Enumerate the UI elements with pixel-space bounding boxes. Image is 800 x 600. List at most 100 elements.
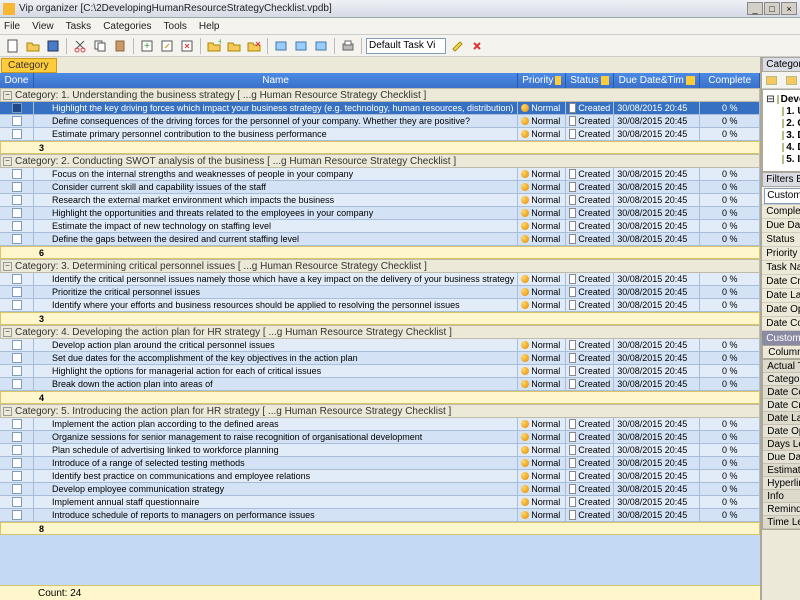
maximize-button[interactable]: □ xyxy=(764,2,780,15)
print-icon[interactable] xyxy=(339,37,357,55)
collapse-icon[interactable]: − xyxy=(3,328,12,337)
new-folder-icon[interactable] xyxy=(762,71,780,89)
done-checkbox[interactable] xyxy=(12,340,22,350)
category-row[interactable]: −Category: 3. Determining critical perso… xyxy=(0,259,760,273)
done-checkbox[interactable] xyxy=(12,287,22,297)
category-row[interactable]: −Category: 5. Introducing the action pla… xyxy=(0,404,760,418)
column-item[interactable]: Date Created xyxy=(763,399,800,412)
column-item[interactable]: Info xyxy=(763,490,800,503)
delete-category-icon[interactable] xyxy=(245,37,263,55)
task-row[interactable]: Introduce schedule of reports to manager… xyxy=(0,509,760,522)
col-complete[interactable]: Complete xyxy=(700,73,760,88)
done-checkbox[interactable] xyxy=(12,510,22,520)
edit-view-icon[interactable] xyxy=(448,37,466,55)
collapse-icon[interactable]: − xyxy=(3,262,12,271)
task-row[interactable]: Organize sessions for senior management … xyxy=(0,431,760,444)
open-icon[interactable] xyxy=(24,37,42,55)
menu-view[interactable]: View xyxy=(32,21,54,32)
chevron-down-icon[interactable] xyxy=(686,76,695,85)
menu-categories[interactable]: Categories xyxy=(103,21,151,32)
view-combo[interactable]: Default Task Vi xyxy=(366,38,446,54)
new-file-icon[interactable] xyxy=(4,37,22,55)
customization-header[interactable]: Customization× xyxy=(762,331,800,345)
col-priority[interactable]: Priority xyxy=(518,73,566,88)
column-item[interactable]: Days Left xyxy=(763,438,800,451)
task-row[interactable]: Implement annual staff questionnaireNorm… xyxy=(0,496,760,509)
task-row[interactable]: Define the gaps between the desired and … xyxy=(0,233,760,246)
task-row[interactable]: Consider current skill and capability is… xyxy=(0,181,760,194)
task-row[interactable]: Research the external market environment… xyxy=(0,194,760,207)
tool-icon-1[interactable] xyxy=(272,37,290,55)
col-done[interactable]: Done xyxy=(0,73,34,88)
edit-category-icon[interactable] xyxy=(225,37,243,55)
done-checkbox[interactable] xyxy=(12,497,22,507)
done-checkbox[interactable] xyxy=(12,445,22,455)
filter-combo[interactable]: Custom xyxy=(764,188,800,204)
tool-icon-3[interactable] xyxy=(312,37,330,55)
column-item[interactable]: Estimated Time xyxy=(763,464,800,477)
done-checkbox[interactable] xyxy=(12,182,22,192)
task-row[interactable]: Prioritize the critical personnel issues… xyxy=(0,286,760,299)
category-tab[interactable]: Category xyxy=(1,58,57,73)
done-checkbox[interactable] xyxy=(12,195,22,205)
category-row[interactable]: −Category: 2. Conducting SWOT analysis o… xyxy=(0,154,760,168)
task-row[interactable]: Introduce of a range of selected testing… xyxy=(0,457,760,470)
new-task-icon[interactable]: + xyxy=(138,37,156,55)
paste-icon[interactable] xyxy=(111,37,129,55)
chevron-down-icon[interactable] xyxy=(601,76,610,85)
delete-view-icon[interactable] xyxy=(468,37,486,55)
col-status[interactable]: Status xyxy=(566,73,614,88)
filter-field[interactable]: Date Opened▾ xyxy=(762,303,800,317)
menu-tasks[interactable]: Tasks xyxy=(66,21,92,32)
menu-file[interactable]: File xyxy=(4,21,20,32)
new-category-icon[interactable]: + xyxy=(205,37,223,55)
task-row[interactable]: Define consequences of the driving force… xyxy=(0,115,760,128)
filter-field[interactable]: Priority▾ xyxy=(762,247,800,261)
filter-field[interactable]: Due Date▾ xyxy=(762,219,800,233)
task-row[interactable]: Plan schedule of advertising linked to w… xyxy=(0,444,760,457)
task-row[interactable]: Develop employee communication strategyN… xyxy=(0,483,760,496)
save-icon[interactable] xyxy=(44,37,62,55)
task-row[interactable]: Highlight the options for managerial act… xyxy=(0,365,760,378)
filter-field[interactable]: Completion▾ xyxy=(762,205,800,219)
close-button[interactable]: × xyxy=(781,2,797,15)
columns-tab[interactable]: Columns xyxy=(762,345,800,359)
done-checkbox[interactable] xyxy=(12,234,22,244)
copy-icon[interactable] xyxy=(91,37,109,55)
task-row[interactable]: Estimate the impact of new technology on… xyxy=(0,220,760,233)
done-checkbox[interactable] xyxy=(12,432,22,442)
collapse-icon[interactable]: − xyxy=(3,91,12,100)
task-row[interactable]: Break down the action plan into areas of… xyxy=(0,378,760,391)
done-checkbox[interactable] xyxy=(12,116,22,126)
task-row[interactable]: Highlight the key driving forces which i… xyxy=(0,102,760,115)
tree-item[interactable]: 1. Understanding the business3 3 xyxy=(766,105,800,117)
column-item[interactable]: Time Left xyxy=(763,516,800,529)
column-item[interactable]: Date Opened xyxy=(763,425,800,438)
menu-tools[interactable]: Tools xyxy=(164,21,187,32)
menu-help[interactable]: Help xyxy=(199,21,220,32)
column-item[interactable]: Hyperlink xyxy=(763,477,800,490)
task-row[interactable]: Implement the action plan according to t… xyxy=(0,418,760,431)
done-checkbox[interactable] xyxy=(12,274,22,284)
tree-item[interactable]: 5. Introducing the action plan f8 8 xyxy=(766,153,800,165)
column-item[interactable]: Reminder Time xyxy=(763,503,800,516)
task-row[interactable]: Set due dates for the accomplishment of … xyxy=(0,352,760,365)
filter-field[interactable]: Date Completed▾ xyxy=(762,317,800,331)
column-item[interactable]: Date Completed xyxy=(763,386,800,399)
filters-bar-header[interactable]: Filters Bar ▫ × xyxy=(762,172,800,187)
col-name[interactable]: Name xyxy=(34,73,518,88)
tree-item[interactable]: 3. Determining critical personne3 3 xyxy=(766,129,800,141)
done-checkbox[interactable] xyxy=(12,366,22,376)
tree-item[interactable]: 4. Developing the action plan f4 4 xyxy=(766,141,800,153)
column-item[interactable]: Category xyxy=(763,373,800,386)
collapse-icon[interactable]: − xyxy=(3,407,12,416)
task-row[interactable]: Focus on the internal strengths and weak… xyxy=(0,168,760,181)
col-due[interactable]: Due Date&Tim xyxy=(614,73,700,88)
done-checkbox[interactable] xyxy=(12,458,22,468)
filter-field[interactable]: Date Created▾ xyxy=(762,275,800,289)
column-item[interactable]: Due Date xyxy=(763,451,800,464)
column-item[interactable]: Actual Time xyxy=(763,360,800,373)
tool-icon-2[interactable] xyxy=(292,37,310,55)
done-checkbox[interactable] xyxy=(12,103,22,113)
tree-root[interactable]: ⊟ Developing Human Resource S 24 24 xyxy=(766,93,800,105)
